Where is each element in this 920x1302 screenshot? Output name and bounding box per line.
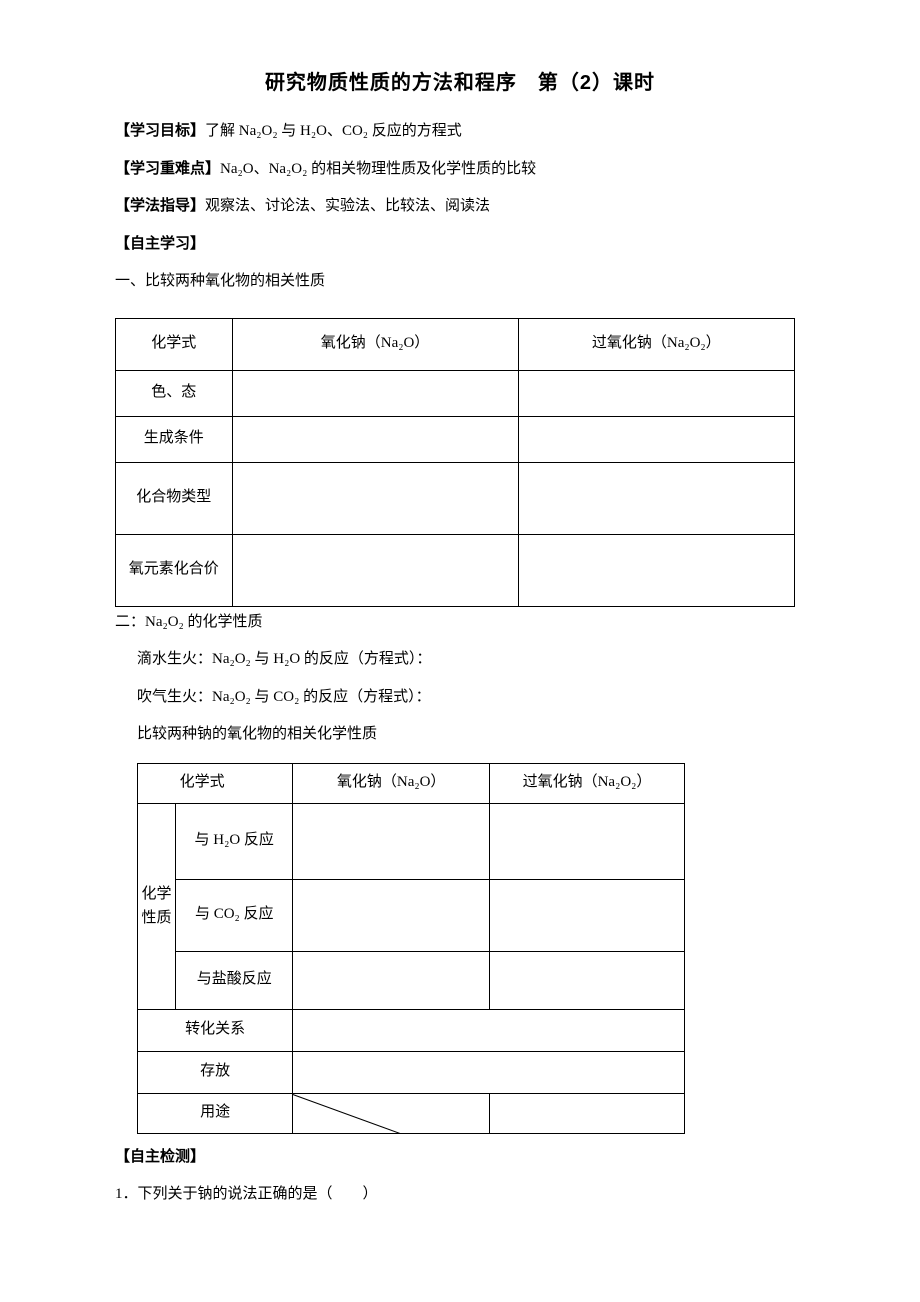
t2-row-hcl: 与盐酸反应 (176, 951, 293, 1009)
t2-cell-na2o-co2 (293, 879, 490, 951)
method-guidance-label: 【学法指导】 (115, 198, 205, 214)
t2-header-na2o: 氧化钠（Na₂O） (293, 763, 490, 803)
self-study-heading: 【自主学习】 (115, 235, 805, 255)
key-difficulty-text: Na₂O、Na₂O₂ 的相关物理性质及化学性质的比较 (220, 161, 536, 177)
t2-cell-na2o-h2o (293, 803, 490, 879)
t2-header-formula-left-blank (138, 763, 176, 803)
t2-cell-transform (293, 1009, 685, 1051)
t2-row-storage: 存放 (138, 1051, 293, 1093)
t1-cell-na2o-type (232, 462, 518, 534)
question-1: 1．下列关于钠的说法正确的是（ ） (115, 1185, 805, 1205)
t1-row-compound-type: 化合物类型 (116, 462, 233, 534)
method-guidance-line: 【学法指导】观察法、讨论法、实验法、比较法、阅读法 (115, 197, 805, 217)
chemical-properties-table-wrap: 化学式 氧化钠（Na₂O） 过氧化钠（Na₂O₂） 化学性质 与 H₂O 反应 … (137, 763, 805, 1134)
self-study-label: 【自主学习】 (115, 236, 205, 252)
t2-row-co2: 与 CO₂ 反应 (176, 879, 293, 951)
t2-header-formula: 化学式 (176, 763, 293, 803)
t2-row-transform: 转化关系 (138, 1009, 293, 1051)
compare-line: 比较两种钠的氧化物的相关化学性质 (137, 725, 805, 745)
t2-cell-na2o2-h2o (489, 803, 684, 879)
learning-objective-line: 【学习目标】了解 Na₂O₂ 与 H₂O、CO₂ 反应的方程式 (115, 122, 805, 142)
t1-cell-na2o-formation (232, 416, 518, 462)
section-2-heading: 二：Na₂O₂ 的化学性质 (115, 613, 805, 633)
method-guidance-text: 观察法、讨论法、实验法、比较法、阅读法 (205, 198, 490, 214)
t1-header-formula: 化学式 (116, 318, 233, 370)
self-test-label: 【自主检测】 (115, 1149, 205, 1165)
oxide-comparison-table: 化学式 氧化钠（Na₂O） 过氧化钠（Na₂O₂） 色、态 生成条件 化合物类型… (115, 318, 795, 607)
section-1-heading: 一、比较两种氧化物的相关性质 (115, 272, 805, 292)
t2-cell-use-na2o2 (489, 1093, 684, 1133)
t1-row-oxygen-valence: 氧元素化合价 (116, 534, 233, 606)
t1-cell-na2o2-type (518, 462, 794, 534)
t1-cell-na2o-valence (232, 534, 518, 606)
learning-objective-text: 了解 Na₂O₂ 与 H₂O、CO₂ 反应的方程式 (205, 123, 462, 139)
learning-objective-label: 【学习目标】 (115, 123, 205, 139)
t1-header-na2o2: 过氧化钠（Na₂O₂） (518, 318, 794, 370)
reaction-co2-line: 吹气生火：Na₂O₂ 与 CO₂ 的反应（方程式）： (137, 688, 805, 708)
t1-row-color-state: 色、态 (116, 370, 233, 416)
page-title: 研究物质性质的方法和程序 第（2）课时 (115, 70, 805, 96)
t2-cell-na2o-hcl (293, 951, 490, 1009)
t2-header-na2o2: 过氧化钠（Na₂O₂） (489, 763, 684, 803)
t1-cell-na2o2-color (518, 370, 794, 416)
t2-cell-na2o2-co2 (489, 879, 684, 951)
oxide-comparison-table-wrap: 化学式 氧化钠（Na₂O） 过氧化钠（Na₂O₂） 色、态 生成条件 化合物类型… (115, 318, 805, 607)
t2-row-use: 用途 (138, 1093, 293, 1133)
chemical-properties-table: 化学式 氧化钠（Na₂O） 过氧化钠（Na₂O₂） 化学性质 与 H₂O 反应 … (137, 763, 685, 1134)
section-2: 二：Na₂O₂ 的化学性质 滴水生火：Na₂O₂ 与 H₂O 的反应（方程式）：… (115, 613, 805, 1134)
t2-vlabel-chemical-properties: 化学性质 (138, 803, 176, 1009)
t2-cell-na2o2-hcl (489, 951, 684, 1009)
reaction-h2o-line: 滴水生火：Na₂O₂ 与 H₂O 的反应（方程式）： (137, 650, 805, 670)
t1-row-formation: 生成条件 (116, 416, 233, 462)
self-test-heading: 【自主检测】 (115, 1148, 805, 1168)
t1-cell-na2o2-formation (518, 416, 794, 462)
key-difficulty-label: 【学习重难点】 (115, 161, 220, 177)
t1-cell-na2o2-valence (518, 534, 794, 606)
key-difficulty-line: 【学习重难点】Na₂O、Na₂O₂ 的相关物理性质及化学性质的比较 (115, 160, 805, 180)
t1-cell-na2o-color (232, 370, 518, 416)
t2-row-h2o: 与 H₂O 反应 (176, 803, 293, 879)
t2-cell-use-na2o-diagonal (293, 1093, 490, 1133)
chemistry-worksheet-page: 研究物质性质的方法和程序 第（2）课时 【学习目标】了解 Na₂O₂ 与 H₂O… (0, 0, 920, 1263)
t2-cell-storage (293, 1051, 685, 1093)
t1-header-na2o: 氧化钠（Na₂O） (232, 318, 518, 370)
